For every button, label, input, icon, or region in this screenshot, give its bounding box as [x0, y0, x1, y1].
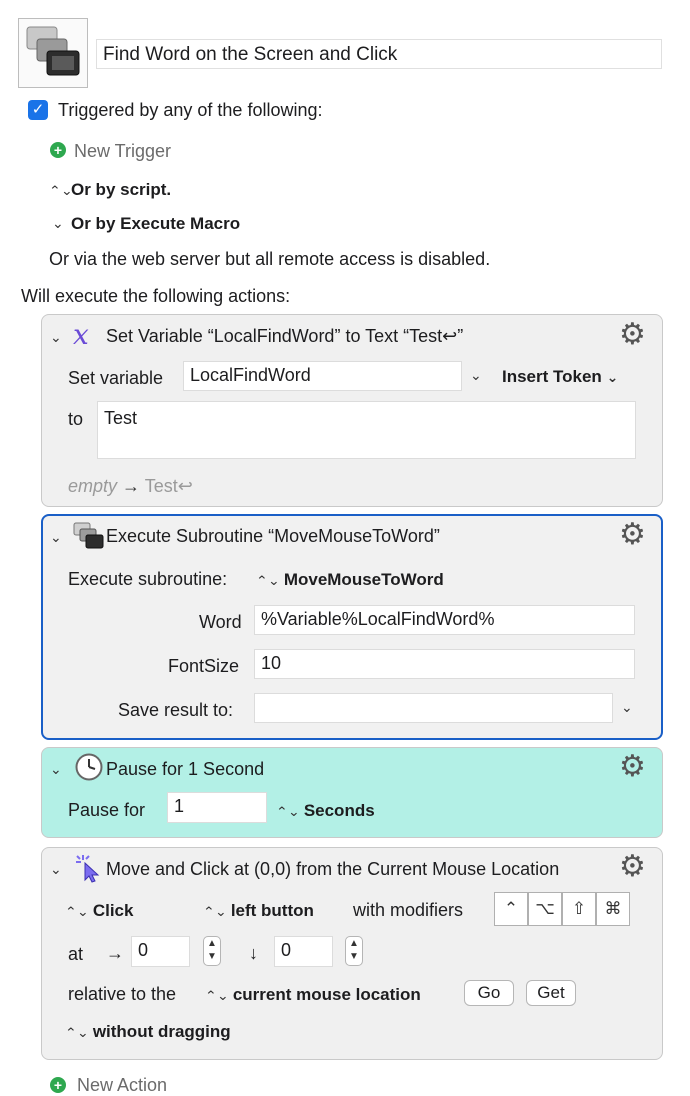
new-action-button[interactable]: + New Action [50, 1074, 167, 1096]
updown-icon: ⌃⌄ [255, 573, 280, 588]
save-result-field[interactable] [254, 693, 613, 723]
modifier-keys: ⌃ ⌥ ⇧ ⌘ [494, 892, 630, 926]
pause-value-field[interactable]: 1 [167, 792, 267, 823]
control-modifier-toggle[interactable]: ⌃ [494, 892, 528, 926]
action-pause[interactable]: ⌄ Pause for 1 Second ⚙ Pause for 1 ⌃⌄ Se… [41, 747, 663, 838]
preview-value: Test↩ [144, 476, 193, 496]
stacked-windows-icon [26, 26, 80, 76]
relative-to-popup[interactable]: ⌃⌄ current mouse location [204, 984, 421, 1005]
macro-name-field[interactable]: Find Word on the Screen and Click [96, 39, 662, 69]
web-server-text: Or via the web server but all remote acc… [49, 249, 491, 269]
set-variable-label: Set variable [68, 368, 164, 388]
insert-token-button[interactable]: Insert Token ⌄ [502, 367, 618, 387]
pointer-click-icon [76, 855, 100, 883]
will-execute-label: Will execute the following actions: [21, 286, 291, 306]
execute-subroutine-label: Execute subroutine: [68, 569, 228, 589]
updown-icon: ⌃⌄ [64, 1025, 89, 1040]
to-label: to [68, 409, 84, 429]
preview-empty: empty [68, 476, 118, 496]
variable-dropdown-icon[interactable]: ⌄ [470, 367, 482, 384]
preview-text: empty → Test↩ [68, 476, 193, 497]
chevron-down-icon[interactable]: ⌄ [52, 215, 64, 232]
clock-icon [75, 753, 103, 781]
dragging-value: without dragging [92, 1022, 231, 1041]
fontsize-field[interactable]: 10 [254, 649, 635, 679]
triggered-checkbox[interactable]: ✓ [28, 100, 48, 120]
subroutine-popup[interactable]: ⌃⌄ MoveMouseToWord [255, 569, 444, 590]
updown-icon: ⌃⌄ [275, 804, 300, 819]
relative-to-label: relative to the [68, 984, 177, 1004]
word-field[interactable]: %Variable%LocalFindWord% [254, 605, 635, 635]
down-arrow-icon: ↓ [249, 943, 258, 963]
plus-icon: + [50, 1077, 66, 1094]
command-modifier-toggle[interactable]: ⌘ [596, 892, 630, 926]
right-arrow-icon: → [106, 943, 124, 963]
plus-icon: + [50, 142, 66, 158]
gear-icon[interactable]: ⚙ [619, 320, 646, 350]
at-label: at [68, 944, 84, 964]
fontsize-label: FontSize [168, 656, 240, 676]
with-modifiers-label: with modifiers [353, 900, 464, 920]
collapse-chevron-icon[interactable]: ⌄ [50, 329, 62, 346]
action-title: Execute Subroutine “MoveMouseToWord” [106, 526, 440, 546]
stacked-windows-icon [73, 522, 104, 549]
click-type: Click [92, 901, 134, 920]
action-title: Move and Click at (0,0) from the Current… [106, 859, 560, 879]
y-offset-field[interactable]: 0 [274, 936, 333, 967]
new-action-label: New Action [77, 1074, 168, 1095]
macro-icon[interactable] [18, 18, 88, 88]
action-move-click[interactable]: ⌄ Move and Click at (0,0) from the Curre… [41, 847, 663, 1060]
action-set-variable[interactable]: ⌄ 𝑥 Set Variable “LocalFindWord” to Text… [41, 314, 663, 507]
collapse-chevron-icon[interactable]: ⌄ [50, 761, 62, 778]
collapse-chevron-icon[interactable]: ⌄ [50, 861, 62, 878]
new-trigger-label: New Trigger [74, 141, 172, 161]
save-result-label: Save result to: [118, 700, 234, 720]
get-button[interactable]: Get [526, 980, 576, 1006]
insert-token-label: Insert Token [502, 367, 602, 386]
pause-for-label: Pause for [68, 800, 146, 820]
save-result-dropdown-icon[interactable]: ⌄ [621, 699, 633, 716]
mouse-button: left button [230, 901, 314, 920]
go-button[interactable]: Go [464, 980, 514, 1006]
updown-icon: ⌃⌄ [202, 904, 227, 919]
variable-name-field[interactable]: LocalFindWord [183, 361, 462, 391]
subroutine-name: MoveMouseToWord [283, 570, 444, 589]
or-by-script-label: Or by script. [71, 180, 172, 199]
action-execute-subroutine[interactable]: ⌄ Execute Subroutine “MoveMouseToWord” ⚙… [41, 514, 663, 740]
mouse-button-popup[interactable]: ⌃⌄ left button [202, 900, 314, 921]
updown-icon: ⌃⌄ [64, 904, 89, 919]
y-stepper[interactable]: ▲ ▼ [345, 936, 363, 966]
updown-icon: ⌃⌄ [48, 183, 73, 198]
word-label: Word [199, 612, 242, 632]
chevron-down-icon: ⌄ [606, 369, 619, 385]
gear-icon[interactable]: ⚙ [619, 752, 646, 782]
dragging-popup[interactable]: ⌃⌄ without dragging [64, 1021, 231, 1042]
triggered-label: Triggered by any of the following: [58, 100, 323, 120]
or-by-script-toggle[interactable]: ⌃⌄ [48, 179, 73, 200]
variable-x-icon: 𝑥 [73, 318, 89, 351]
x-offset-field[interactable]: 0 [131, 936, 190, 967]
option-modifier-toggle[interactable]: ⌥ [528, 892, 562, 926]
gear-icon[interactable]: ⚙ [619, 520, 646, 550]
or-by-execute-macro-label: Or by Execute Macro [71, 214, 241, 233]
pause-unit: Seconds [303, 801, 375, 820]
action-title: Set Variable “LocalFindWord” to Text “Te… [106, 326, 464, 346]
preview-arrow: → [122, 476, 141, 496]
gear-icon[interactable]: ⚙ [619, 852, 646, 882]
click-type-popup[interactable]: ⌃⌄ Click [64, 900, 134, 921]
x-stepper[interactable]: ▲ ▼ [203, 936, 221, 966]
action-title: Pause for 1 Second [106, 759, 265, 779]
collapse-chevron-icon[interactable]: ⌄ [50, 529, 62, 546]
updown-icon: ⌃⌄ [204, 988, 229, 1003]
relative-to-value: current mouse location [232, 985, 421, 1004]
text-value-field[interactable]: Test [97, 401, 636, 459]
shift-modifier-toggle[interactable]: ⇧ [562, 892, 596, 926]
pause-unit-popup[interactable]: ⌃⌄ Seconds [275, 800, 375, 821]
